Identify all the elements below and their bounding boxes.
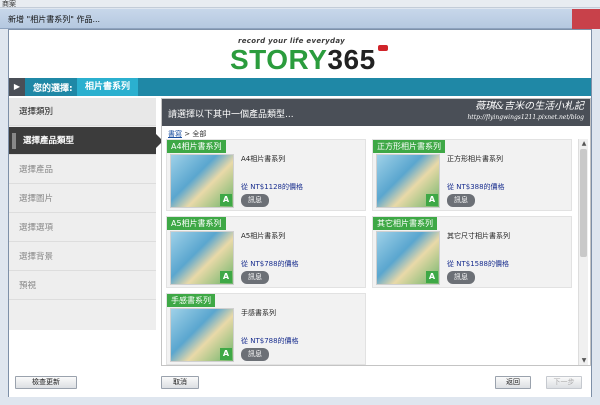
step-select-product: 選擇產品 bbox=[9, 156, 156, 184]
product-badge: 其它相片書系列 bbox=[373, 217, 437, 230]
sub-breadcrumb-rest: > 全部 bbox=[182, 130, 207, 138]
product-price: 從 NT$1588的價格 bbox=[447, 260, 510, 268]
product-thumbnail: A bbox=[170, 308, 234, 362]
product-thumbnail: A bbox=[376, 231, 440, 285]
logo-number: 365 bbox=[327, 44, 376, 75]
selection-label: 您的選擇: bbox=[33, 84, 73, 94]
back-button[interactable]: 返回 bbox=[495, 376, 531, 389]
product-price: 從 NT$788的價格 bbox=[241, 337, 299, 345]
step-select-product-type[interactable]: 選擇產品類型 bbox=[9, 127, 163, 155]
camera-icon bbox=[377, 45, 388, 51]
blog-watermark: 薇琪&吉米の生活小札記 http://flyingwings1211.pixne… bbox=[467, 101, 584, 123]
title-bar: 新增 "相片書系列" 作品... bbox=[0, 9, 600, 29]
scroll-up-icon[interactable]: ▲ bbox=[579, 139, 589, 148]
product-badge: A5相片書系列 bbox=[167, 217, 226, 230]
vertical-scrollbar[interactable]: ▲ ▼ bbox=[578, 139, 588, 365]
info-button[interactable]: 訊息 bbox=[241, 271, 269, 284]
sub-breadcrumb-link[interactable]: 書寫 bbox=[168, 130, 182, 138]
product-card-other[interactable]: 其它相片書系列 A 其它尺寸相片書系列 從 NT$1588的價格 訊息 bbox=[372, 216, 572, 288]
arrow-right-icon: ▶ bbox=[9, 78, 25, 96]
watermark-url: http://flyingwings1211.pixnet.net/blog bbox=[467, 114, 584, 121]
info-button[interactable]: 訊息 bbox=[447, 271, 475, 284]
brand-header: record your life everyday STORY365 bbox=[9, 30, 591, 78]
selection-bar: ▶ 您的選擇: 相片書系列 bbox=[9, 78, 591, 96]
panel-heading: 請選擇以下其中一個產品類型... bbox=[168, 110, 294, 120]
watermark-title: 薇琪&吉米の生活小札記 bbox=[475, 101, 584, 112]
product-price: 從 NT$388的價格 bbox=[447, 183, 505, 191]
info-button[interactable]: 訊息 bbox=[241, 194, 269, 207]
step-sidebar: 選擇類別 選擇產品類型 選擇產品 選擇圖片 選擇選項 選擇背景 預視 bbox=[9, 98, 163, 330]
a-icon: A bbox=[220, 271, 232, 283]
product-type-panel: 請選擇以下其中一個產品類型... 薇琪&吉米の生活小札記 http://flyi… bbox=[161, 98, 591, 366]
a-icon: A bbox=[426, 194, 438, 206]
product-price: 從 NT$1128的價格 bbox=[241, 183, 304, 191]
logo-text: STORY bbox=[230, 44, 328, 75]
product-badge: 手感書系列 bbox=[167, 294, 215, 307]
product-card-handmade[interactable]: 手感書系列 A 手感書系列 從 NT$788的價格 訊息 bbox=[166, 293, 366, 365]
step-select-options: 選擇選項 bbox=[9, 214, 156, 242]
scroll-thumb[interactable] bbox=[580, 149, 587, 257]
step-preview: 預視 bbox=[9, 272, 156, 300]
info-button[interactable]: 訊息 bbox=[447, 194, 475, 207]
info-button[interactable]: 訊息 bbox=[241, 348, 269, 361]
product-name: 正方形相片書系列 bbox=[447, 155, 503, 163]
app-frame: 商案 新增 "相片書系列" 作品... record your life eve… bbox=[0, 0, 600, 405]
a-icon: A bbox=[220, 348, 232, 360]
dialog-window: record your life everyday STORY365 ▶ 您的選… bbox=[8, 29, 592, 397]
step-select-images: 選擇圖片 bbox=[9, 185, 156, 213]
product-card-a5[interactable]: A5相片書系列 A A5相片書系列 從 NT$788的價格 訊息 bbox=[166, 216, 366, 288]
sub-breadcrumb: 書寫 > 全部 bbox=[168, 129, 206, 139]
a-icon: A bbox=[220, 194, 232, 206]
a-icon: A bbox=[426, 271, 438, 283]
check-update-button[interactable]: 檢查更新 bbox=[15, 376, 77, 389]
product-name: A4相片書系列 bbox=[241, 155, 286, 163]
top-strip: 商案 bbox=[0, 0, 600, 8]
product-thumbnail: A bbox=[170, 231, 234, 285]
product-list: A4相片書系列 A A4相片書系列 從 NT$1128的價格 訊息 正方形相片書… bbox=[166, 139, 572, 365]
product-thumbnail: A bbox=[170, 154, 234, 208]
product-price: 從 NT$788的價格 bbox=[241, 260, 299, 268]
panel-header: 請選擇以下其中一個產品類型... 薇琪&吉米の生活小札記 http://flyi… bbox=[162, 99, 590, 126]
product-badge: 正方形相片書系列 bbox=[373, 140, 445, 153]
product-name: A5相片書系列 bbox=[241, 232, 286, 240]
step-select-background: 選擇背景 bbox=[9, 243, 156, 271]
product-name: 其它尺寸相片書系列 bbox=[447, 232, 510, 240]
top-strip-text: 商案 bbox=[2, 0, 16, 8]
product-badge: A4相片書系列 bbox=[167, 140, 226, 153]
product-thumbnail: A bbox=[376, 154, 440, 208]
close-window-button[interactable] bbox=[572, 9, 600, 29]
window-title: 新增 "相片書系列" 作品... bbox=[8, 15, 101, 24]
cancel-button[interactable]: 取消 bbox=[161, 376, 199, 389]
logo: STORY365 bbox=[230, 44, 388, 76]
selection-value: 相片書系列 bbox=[77, 78, 139, 96]
footer-bar: 檢查更新 取消 返回 下一步 bbox=[9, 368, 591, 397]
product-card-square[interactable]: 正方形相片書系列 A 正方形相片書系列 從 NT$388的價格 訊息 bbox=[372, 139, 572, 211]
scroll-down-icon[interactable]: ▼ bbox=[579, 356, 589, 365]
product-card-a4[interactable]: A4相片書系列 A A4相片書系列 從 NT$1128的價格 訊息 bbox=[166, 139, 366, 211]
next-button[interactable]: 下一步 bbox=[546, 376, 582, 389]
step-select-category[interactable]: 選擇類別 bbox=[9, 98, 156, 126]
product-name: 手感書系列 bbox=[241, 309, 276, 317]
